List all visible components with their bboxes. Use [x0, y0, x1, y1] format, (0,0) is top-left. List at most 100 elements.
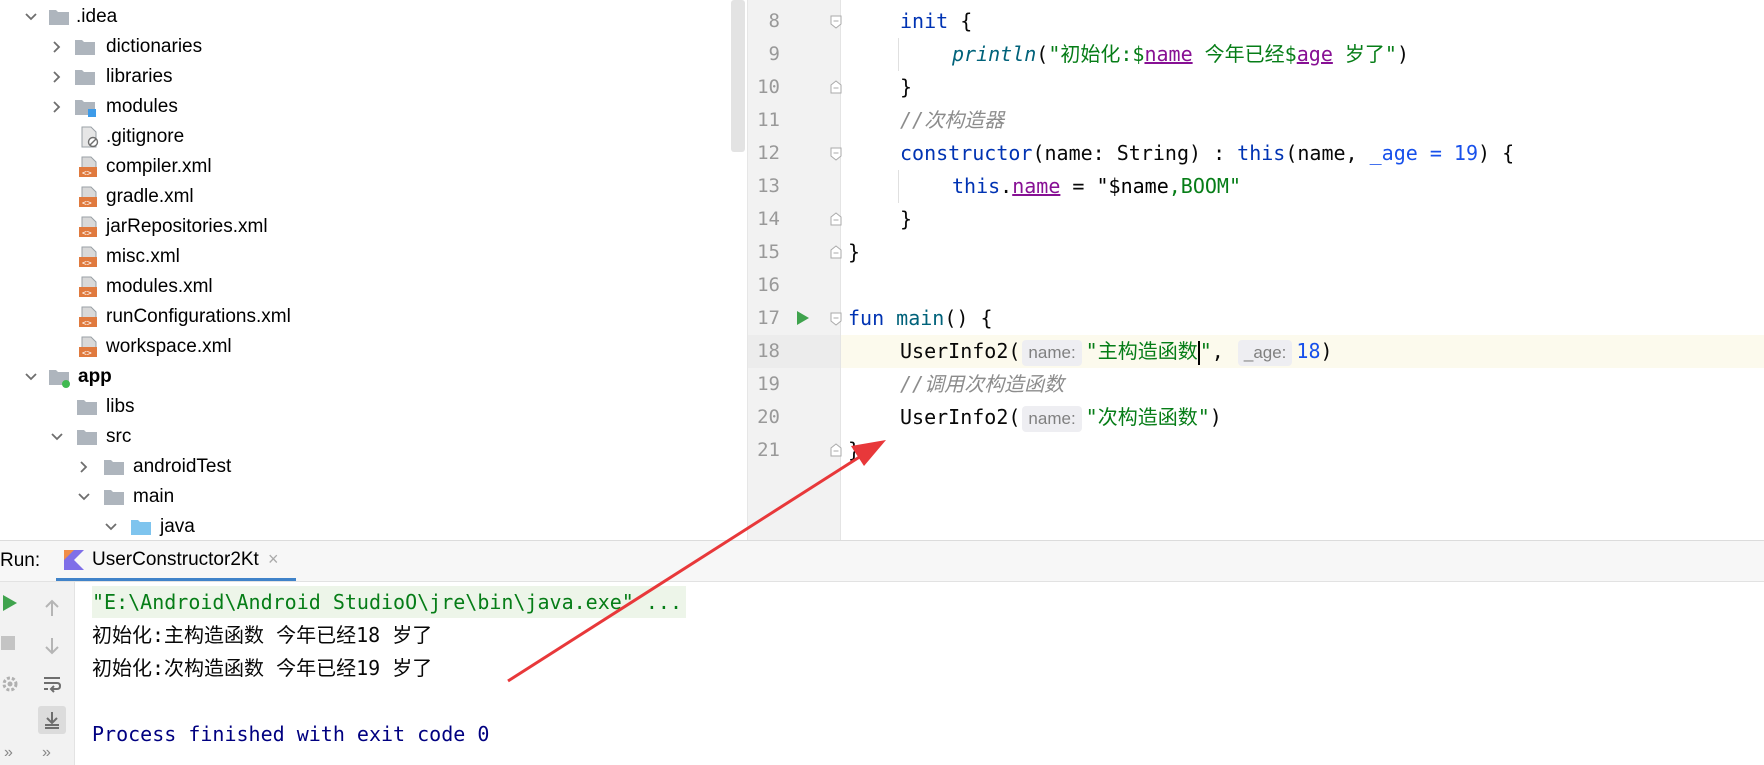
fold-marker-icon[interactable]: [830, 147, 842, 161]
line-number: 20: [757, 406, 780, 428]
svg-text:<>: <>: [82, 229, 92, 238]
tree-item-label: compiler.xml: [106, 156, 212, 177]
tree-item-src[interactable]: src: [0, 422, 748, 452]
tree-item-compiler-xml[interactable]: <> compiler.xml: [0, 152, 748, 182]
soft-wrap-icon[interactable]: [38, 670, 66, 698]
chevron-down-icon[interactable]: [75, 488, 93, 506]
fold-marker-icon[interactable]: [830, 312, 842, 326]
code-text: ,: [1211, 339, 1224, 363]
svg-text:<>: <>: [82, 289, 92, 298]
console-exit-line: Process finished with exit code 0: [92, 722, 490, 746]
console-command-line: "E:\Android\Android StudioO\jre\bin\java…: [92, 586, 687, 618]
code-keyword: this: [1237, 141, 1286, 165]
fold-marker-icon[interactable]: [830, 212, 842, 226]
code-string: 岁了": [1332, 42, 1397, 66]
chevron-right-icon[interactable]: [48, 68, 66, 86]
xml-file-icon: <>: [78, 276, 100, 298]
more-icon[interactable]: »: [42, 744, 51, 762]
tree-item-modules[interactable]: modules: [0, 92, 748, 122]
run-main-icon[interactable]: [796, 310, 810, 331]
run-panel: Run: UserConstructor2Kt × » » "E:\Androi…: [0, 540, 1764, 765]
code-line-15: }: [848, 240, 861, 264]
chevron-down-icon[interactable]: [102, 518, 120, 536]
line-number: 19: [757, 373, 780, 395]
fold-marker-icon[interactable]: [830, 245, 842, 259]
folder-icon: [48, 6, 70, 28]
xml-file-icon: <>: [78, 156, 100, 178]
code-comment: //调用次构造函数: [900, 372, 1065, 396]
arrow-up-icon[interactable]: [38, 594, 66, 622]
svg-text:<>: <>: [82, 319, 92, 328]
tree-item-label: libs: [106, 396, 135, 417]
tree-item-label: app: [78, 366, 112, 387]
close-icon[interactable]: ×: [268, 549, 279, 570]
fold-marker-icon[interactable]: [830, 15, 842, 29]
run-toolbar: »: [30, 582, 75, 765]
more-icon[interactable]: »: [4, 744, 13, 762]
code-property: age: [1296, 42, 1333, 66]
fold-marker-icon[interactable]: [830, 80, 842, 94]
line-number: 12: [757, 142, 780, 164]
param-hint: name:: [1022, 340, 1082, 366]
gear-icon[interactable]: [0, 674, 20, 699]
code-keyword: this: [952, 174, 1001, 198]
tree-item-libs[interactable]: libs: [0, 392, 748, 422]
tree-item-idea[interactable]: .idea: [0, 2, 748, 32]
chevron-down-icon[interactable]: [22, 368, 40, 386]
tree-item-modules-xml[interactable]: <> modules.xml: [0, 272, 748, 302]
tree-item-workspace-xml[interactable]: <> workspace.xml: [0, 332, 748, 362]
tree-item-gitignore[interactable]: .gitignore: [0, 122, 748, 152]
stop-icon[interactable]: [0, 635, 16, 656]
code-line-21: }: [848, 438, 861, 462]
rerun-icon[interactable]: [2, 594, 18, 617]
code-line-20: UserInfo2(name: "次构造函数"): [900, 401, 1222, 434]
code-line-8: init {: [900, 5, 972, 38]
code-text: () {: [944, 306, 993, 330]
code-keyword: constructor: [900, 141, 1033, 165]
run-panel-label: Run:: [0, 550, 41, 571]
code-named-arg: _age: [1369, 141, 1418, 165]
indent-guide: [898, 170, 899, 203]
chevron-right-icon[interactable]: [75, 458, 93, 476]
svg-text:<>: <>: [82, 259, 92, 268]
chevron-right-icon[interactable]: [48, 38, 66, 56]
xml-file-icon: <>: [78, 306, 100, 328]
tree-item-label: src: [106, 426, 132, 447]
tree-item-libraries[interactable]: libraries: [0, 62, 748, 92]
chevron-down-icon[interactable]: [48, 428, 66, 446]
tree-item-main[interactable]: main: [0, 482, 748, 512]
line-number: 14: [757, 208, 780, 230]
code-editor[interactable]: 8 9 10 11 12 13 14 15 16 17 18 19 20 21 …: [748, 0, 1764, 540]
param-hint: name:: [1022, 406, 1082, 432]
line-number: 16: [757, 274, 780, 296]
tree-scrollbar[interactable]: [731, 0, 745, 152]
module-folder-icon: [74, 96, 96, 118]
chevron-right-icon[interactable]: [48, 98, 66, 116]
run-panel-header: Run: UserConstructor2Kt ×: [0, 541, 1764, 582]
line-number: 10: [757, 76, 780, 98]
code-string: "初始化:$: [1048, 42, 1145, 66]
tree-item-runconfigurations-xml[interactable]: <> runConfigurations.xml: [0, 302, 748, 332]
tree-item-app[interactable]: app: [0, 362, 748, 392]
arrow-down-icon[interactable]: [38, 632, 66, 660]
tree-item-java[interactable]: java: [0, 512, 748, 540]
code-call: UserInfo2(: [900, 405, 1021, 429]
code-keyword: init: [900, 9, 949, 33]
tree-item-label: .idea: [76, 6, 118, 27]
tree-item-label: dictionaries: [106, 36, 203, 57]
tree-item-label: .gitignore: [106, 126, 185, 147]
tree-item-androidtest[interactable]: androidTest: [0, 452, 748, 482]
fold-marker-icon[interactable]: [830, 443, 842, 457]
tree-item-jarrepositories-xml[interactable]: <> jarRepositories.xml: [0, 212, 748, 242]
tree-item-misc-xml[interactable]: <> misc.xml: [0, 242, 748, 272]
folder-icon: [103, 486, 125, 508]
code-line-12: constructor(name: String) : this(name, _…: [900, 137, 1514, 170]
project-tree: .idea dictionaries libraries modules .gi…: [0, 0, 748, 540]
scroll-to-end-icon[interactable]: [38, 706, 66, 734]
tree-item-gradle-xml[interactable]: <> gradle.xml: [0, 182, 748, 212]
code-string: "主构造函数: [1085, 339, 1198, 363]
tree-item-dictionaries[interactable]: dictionaries: [0, 32, 748, 62]
chevron-down-icon[interactable]: [22, 8, 40, 26]
xml-file-icon: <>: [78, 336, 100, 358]
run-tab[interactable]: UserConstructor2Kt ×: [56, 541, 296, 581]
